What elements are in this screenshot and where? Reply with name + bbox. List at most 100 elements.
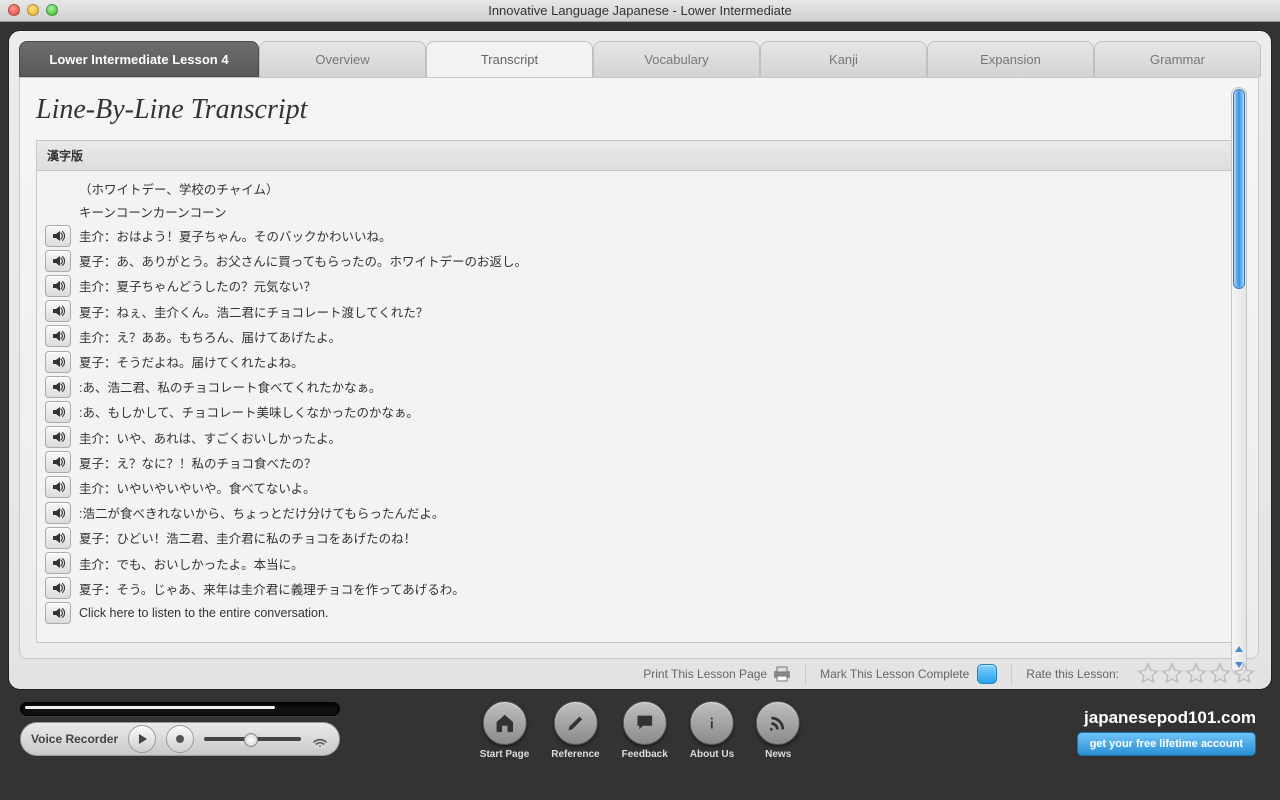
transcript-text: 圭介：いやいやいやいや。食べてないよ。 — [79, 478, 316, 497]
play-button[interactable] — [128, 725, 156, 753]
promo-site: japanesepod101.com — [1077, 708, 1256, 728]
intro-line: （ホワイトデー、学校のチャイム） — [45, 177, 1235, 200]
play-line-button[interactable] — [45, 376, 71, 398]
nav-start-page[interactable]: Start Page — [480, 701, 529, 760]
divider — [805, 663, 806, 685]
play-line-button[interactable] — [45, 552, 71, 574]
transcript-row: 夏子：そうだよね。届けてくれたよね。 — [45, 349, 1235, 374]
tab-grammar[interactable]: Grammar — [1094, 41, 1261, 77]
close-window-button[interactable] — [8, 4, 20, 16]
transcript-row: 圭介：え？ああ。もちろん、届けてあげたよ。 — [45, 324, 1235, 349]
tab-bar: Lower Intermediate Lesson 4 Overview Tra… — [19, 41, 1261, 77]
star-icon[interactable] — [1137, 662, 1159, 687]
transcript-row: :あ、もしかして、チョコレート美味しくなかったのかなぁ。 — [45, 399, 1235, 424]
page-heading: Line-By-Line Transcript — [36, 94, 1242, 126]
promo-box: japanesepod101.com get your free lifetim… — [1077, 708, 1256, 756]
play-line-button[interactable] — [45, 325, 71, 347]
nav-label: Start Page — [480, 749, 529, 760]
play-line-button[interactable] — [45, 426, 71, 448]
speaker-icon — [51, 455, 65, 469]
tab-label: Grammar — [1150, 52, 1205, 67]
nav-feedback[interactable]: Feedback — [622, 701, 668, 760]
transcript-text: 夏子：そう。じゃあ、来年は圭介君に義理チョコを作ってあげるわ。 — [79, 579, 465, 598]
tab-transcript[interactable]: Transcript — [426, 41, 593, 77]
lesson-actions-bar: Print This Lesson Page Mark This Lesson … — [9, 659, 1271, 689]
speaker-icon — [51, 279, 65, 293]
nav-news[interactable]: News — [756, 701, 800, 760]
lesson-title-tab[interactable]: Lower Intermediate Lesson 4 — [19, 41, 259, 77]
mark-complete-link[interactable]: Mark This Lesson Complete — [820, 664, 997, 684]
speaker-icon — [51, 506, 65, 520]
tab-label: Vocabulary — [644, 52, 708, 67]
tab-label: Overview — [315, 52, 369, 67]
nav-label: About Us — [690, 749, 734, 760]
speech-icon — [634, 712, 656, 734]
window-titlebar: Innovative Language Japanese - Lower Int… — [0, 0, 1280, 22]
voice-recorder: Voice Recorder — [20, 722, 340, 756]
play-line-button[interactable] — [45, 275, 71, 297]
tab-expansion[interactable]: Expansion — [927, 41, 1094, 77]
transcript-row: :浩二が食べきれないから、ちょっとだけ分けてもらったんだよ。 — [45, 500, 1235, 525]
zoom-window-button[interactable] — [46, 4, 58, 16]
transcript-text: 夏子：ひどい！浩二君、圭介君に私のチョコをあげたのね！ — [79, 528, 416, 547]
speaker-icon — [51, 480, 65, 494]
nav-reference[interactable]: Reference — [551, 701, 599, 760]
play-line-button[interactable] — [45, 300, 71, 322]
play-line-button[interactable] — [45, 577, 71, 599]
vertical-scrollbar[interactable] — [1231, 87, 1247, 675]
speaker-icon — [51, 254, 65, 268]
rating-stars[interactable] — [1137, 662, 1255, 687]
transcript-text: Click here to listen to the entire conve… — [79, 606, 328, 620]
transcript-text: 圭介：でも、おいしかったよ。本当に。 — [79, 554, 304, 573]
play-line-button[interactable] — [45, 351, 71, 373]
play-line-button[interactable] — [45, 476, 71, 498]
print-lesson-link[interactable]: Print This Lesson Page — [643, 666, 791, 682]
star-icon[interactable] — [1185, 662, 1207, 687]
play-line-button[interactable] — [45, 502, 71, 524]
nav-label: News — [765, 749, 791, 760]
tab-overview[interactable]: Overview — [259, 41, 426, 77]
transcript-row: 夏子：え？なに？！私のチョコ食べたの？ — [45, 450, 1235, 475]
star-icon[interactable] — [1233, 662, 1255, 687]
rss-icon — [767, 712, 789, 734]
promo-cta-button[interactable]: get your free lifetime account — [1077, 732, 1256, 756]
star-icon[interactable] — [1161, 662, 1183, 687]
transcript-row: 夏子：ねぇ、圭介くん。浩二君にチョコレート渡してくれた？ — [45, 299, 1235, 324]
play-line-button[interactable] — [45, 225, 71, 247]
scrollbar-thumb[interactable] — [1233, 89, 1245, 289]
traffic-lights — [8, 4, 58, 16]
transcript-row: 夏子：あ、ありがとう。お父さんに買ってもらったの。ホワイトデーのお返し。 — [45, 248, 1235, 273]
print-label: Print This Lesson Page — [643, 667, 767, 681]
speaker-icon — [51, 606, 65, 620]
minimize-window-button[interactable] — [27, 4, 39, 16]
speaker-icon — [51, 329, 65, 343]
audio-player: Voice Recorder — [20, 702, 340, 756]
playback-progress[interactable] — [20, 702, 340, 716]
play-line-button[interactable] — [45, 527, 71, 549]
tab-vocabulary[interactable]: Vocabulary — [593, 41, 760, 77]
play-line-button[interactable] — [45, 401, 71, 423]
nav-buttons: Start Page Reference Feedback About Us N… — [480, 701, 800, 760]
play-line-button[interactable] — [45, 451, 71, 473]
intro-line: キーンコーンカーンコーン — [45, 200, 1235, 223]
speaker-icon — [51, 405, 65, 419]
transcript-row: :あ、浩二君、私のチョコレート食べてくれたかなぁ。 — [45, 374, 1235, 399]
speaker-icon — [51, 581, 65, 595]
transcript-row: 圭介：でも、おいしかったよ。本当に。 — [45, 550, 1235, 575]
complete-checkbox[interactable] — [977, 664, 997, 684]
scroll-up-button[interactable] — [1233, 643, 1245, 655]
play-line-button[interactable] — [45, 602, 71, 624]
speaker-icon — [51, 229, 65, 243]
play-line-button[interactable] — [45, 250, 71, 272]
transcript-list: （ホワイトデー、学校のチャイム） キーンコーンカーンコーン 圭介：おはよう！夏子… — [36, 171, 1242, 643]
transcript-row: 圭介：夏子ちゃんどうしたの？元気ない？ — [45, 273, 1235, 298]
star-icon[interactable] — [1209, 662, 1231, 687]
transcript-text: 圭介：おはよう！夏子ちゃん。そのバックかわいいね。 — [79, 226, 392, 245]
rate-label: Rate this Lesson: — [1026, 667, 1119, 681]
tab-kanji[interactable]: Kanji — [760, 41, 927, 77]
nav-about[interactable]: About Us — [690, 701, 734, 760]
volume-slider[interactable] — [204, 737, 301, 741]
content-card: Lower Intermediate Lesson 4 Overview Tra… — [8, 30, 1272, 690]
record-button[interactable] — [166, 725, 194, 753]
transcript-text: 圭介：いや、あれは、すごくおいしかったよ。 — [79, 428, 341, 447]
